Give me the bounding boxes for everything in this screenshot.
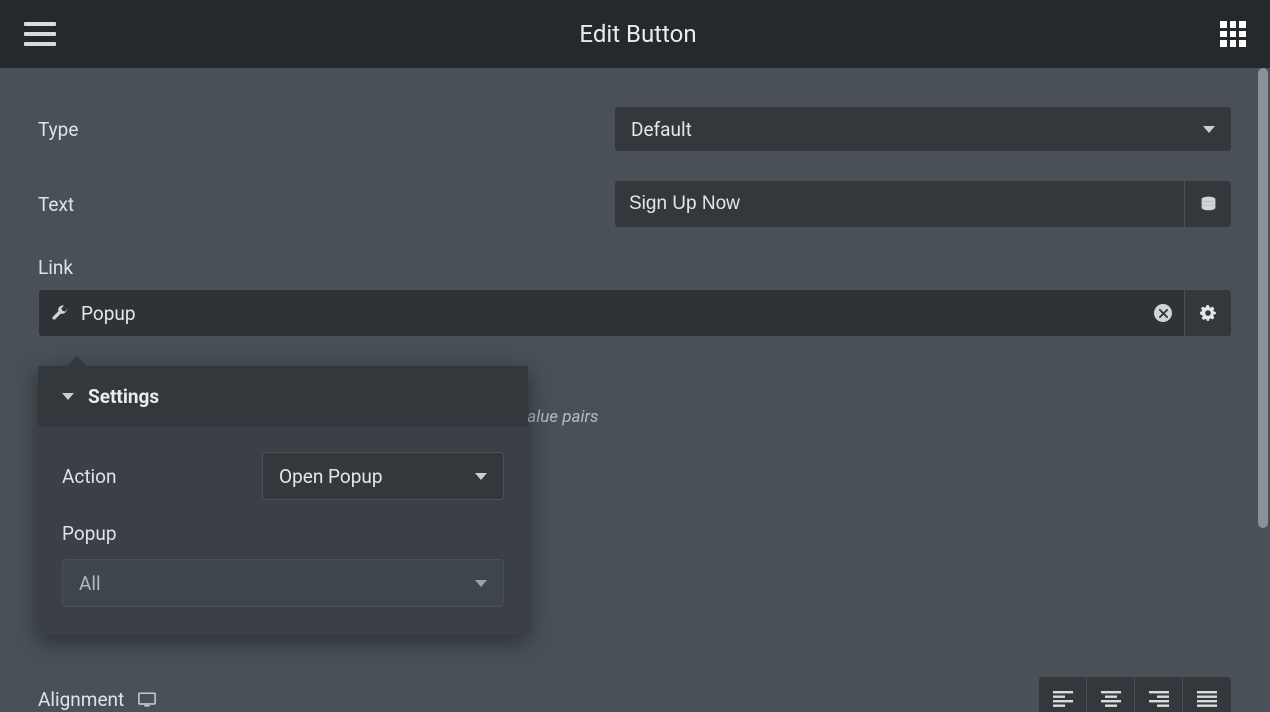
gear-icon (1199, 304, 1217, 322)
row-type: Type Default (38, 106, 1232, 152)
align-right-button[interactable] (1135, 677, 1183, 712)
link-settings-button[interactable] (1184, 289, 1232, 337)
type-label: Type (38, 118, 614, 141)
row-link: Popup (38, 289, 1232, 337)
link-input[interactable]: Popup (38, 289, 1184, 337)
page-title: Edit Button (579, 20, 696, 48)
chevron-down-icon (475, 580, 487, 587)
row-alignment: Alignment (38, 676, 1232, 712)
responsive-icon[interactable] (138, 692, 156, 707)
popup-select-value: All (79, 572, 101, 595)
x-icon (1159, 309, 1168, 318)
wrench-icon (51, 304, 69, 322)
popover-header[interactable]: Settings (38, 366, 528, 426)
clear-link-button[interactable] (1154, 304, 1172, 322)
row-text: Text (38, 180, 1232, 228)
action-select[interactable]: Open Popup (262, 452, 504, 500)
align-right-icon (1149, 691, 1169, 707)
align-left-icon (1053, 691, 1073, 707)
action-select-value: Open Popup (279, 465, 383, 488)
scrollbar-thumb[interactable] (1258, 68, 1268, 528)
hamburger-menu-icon[interactable] (24, 22, 56, 46)
align-center-icon (1101, 691, 1121, 707)
chevron-down-icon (62, 393, 74, 400)
align-justify-button[interactable] (1183, 677, 1231, 712)
attributes-input[interactable] (614, 500, 974, 548)
alignment-group (1038, 676, 1232, 712)
type-select[interactable]: Default (614, 106, 1232, 152)
alignment-label: Alignment (38, 688, 124, 711)
content-area: Type Default Text Link Popup (0, 68, 1270, 712)
align-center-button[interactable] (1087, 677, 1135, 712)
popover-title: Settings (88, 385, 159, 408)
scrollbar[interactable] (1256, 68, 1270, 712)
database-icon (1200, 196, 1217, 213)
link-label: Link (38, 256, 614, 279)
text-input[interactable] (614, 180, 1184, 228)
dynamic-tags-button[interactable] (1184, 180, 1232, 228)
row-action: Action Open Popup (62, 452, 504, 500)
align-justify-icon (1197, 691, 1217, 707)
popup-label: Popup (62, 522, 262, 545)
type-select-value: Default (631, 118, 692, 141)
link-value: Popup (81, 302, 136, 325)
popup-select[interactable]: All (62, 559, 504, 607)
link-settings-popover: Settings Action Open Popup Popup All (38, 366, 528, 635)
apps-grid-icon[interactable] (1220, 21, 1246, 47)
row-link-label: Link (38, 256, 1232, 279)
chevron-down-icon (1203, 126, 1215, 133)
action-label: Action (62, 465, 262, 488)
row-popup: Popup All (62, 522, 504, 607)
chevron-down-icon (475, 473, 487, 480)
top-bar: Edit Button (0, 0, 1270, 68)
text-label: Text (38, 193, 614, 216)
align-left-button[interactable] (1039, 677, 1087, 712)
